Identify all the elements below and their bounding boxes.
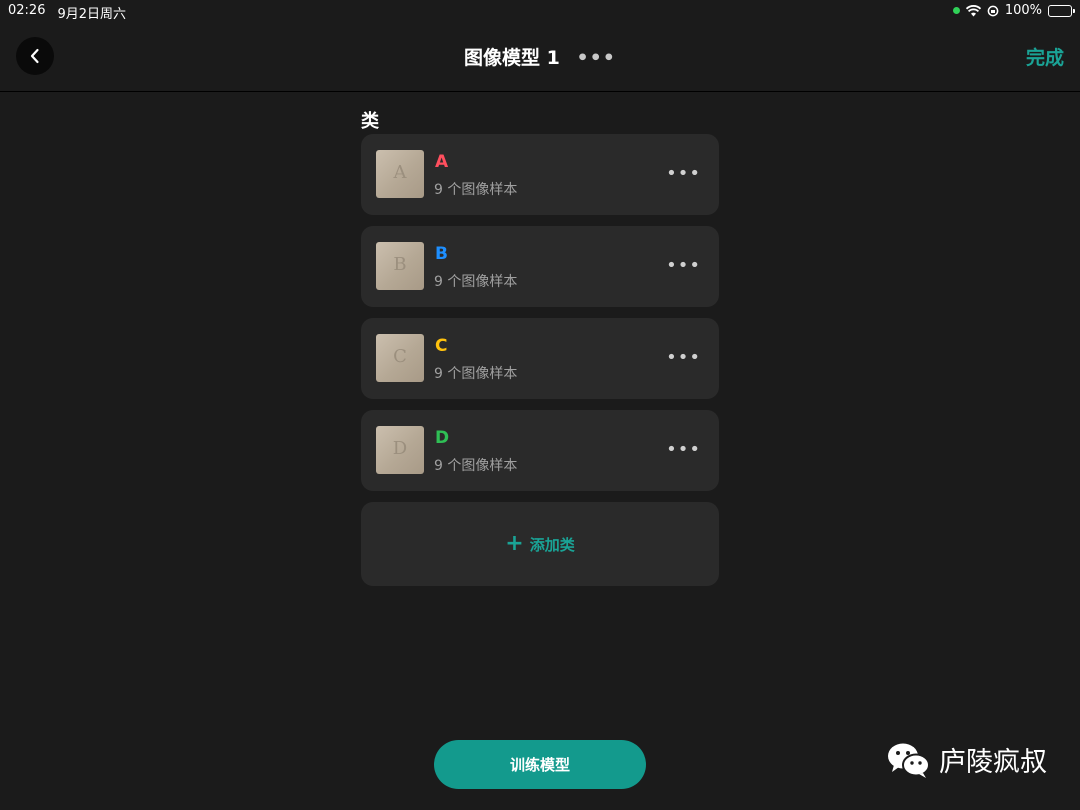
nav-title-area: 图像模型 1 ••• bbox=[0, 43, 1080, 70]
ellipsis-icon[interactable]: ••• bbox=[666, 439, 701, 460]
wechat-icon bbox=[888, 743, 930, 778]
train-model-button[interactable]: 训练模型 bbox=[434, 740, 646, 789]
class-card-c[interactable]: C C 9 个图像样本 ••• bbox=[361, 318, 719, 399]
plus-icon: + bbox=[505, 531, 524, 556]
section-label: 类 bbox=[361, 111, 379, 132]
class-thumbnail: B bbox=[376, 242, 424, 290]
ellipsis-icon[interactable]: ••• bbox=[577, 47, 616, 69]
class-sample-count: 9 个图像样本 bbox=[434, 274, 518, 290]
status-right: 100% bbox=[952, 3, 1075, 18]
class-name: B bbox=[435, 244, 448, 264]
class-sample-count: 9 个图像样本 bbox=[434, 458, 518, 474]
class-card-b[interactable]: B B 9 个图像样本 ••• bbox=[361, 226, 719, 307]
done-button[interactable]: 完成 bbox=[1026, 43, 1064, 70]
status-bar: 02:26 9月2日周六 100% bbox=[0, 0, 1080, 22]
status-left: 02:26 9月2日周六 bbox=[8, 3, 126, 22]
status-date: 9月2日周六 bbox=[57, 7, 127, 22]
class-sample-count: 9 个图像样本 bbox=[434, 366, 518, 382]
class-card-a[interactable]: A A 9 个图像样本 ••• bbox=[361, 134, 719, 215]
wifi-icon bbox=[965, 4, 981, 16]
add-class-label: 添加类 bbox=[529, 535, 575, 554]
thumbnail-letter: B bbox=[393, 254, 407, 275]
rotation-lock-icon bbox=[987, 5, 999, 16]
screen: 02:26 9月2日周六 100% 图像模型 1 ••• 完成 类 A A 9 … bbox=[0, 0, 1080, 810]
battery-percent: 100% bbox=[1004, 3, 1042, 18]
page-title: 图像模型 1 bbox=[464, 47, 560, 69]
thumbnail-letter: D bbox=[392, 438, 408, 459]
class-thumbnail: C bbox=[376, 334, 424, 382]
nav-bar: 图像模型 1 ••• 完成 bbox=[0, 22, 1080, 92]
ellipsis-icon[interactable]: ••• bbox=[666, 347, 701, 368]
class-name: C bbox=[435, 336, 448, 356]
watermark-text: 庐陵疯叔 bbox=[939, 747, 1047, 778]
class-list: A A 9 个图像样本 ••• B B 9 个图像样本 ••• C C 9 个图… bbox=[361, 134, 719, 586]
ellipsis-icon[interactable]: ••• bbox=[666, 163, 701, 184]
thumbnail-letter: A bbox=[393, 162, 407, 183]
mic-indicator-icon bbox=[952, 7, 960, 14]
class-thumbnail: D bbox=[376, 426, 424, 474]
class-name: A bbox=[435, 152, 449, 172]
watermark: 庐陵疯叔 bbox=[887, 740, 1047, 779]
battery-icon bbox=[1048, 4, 1075, 17]
add-class-button[interactable]: + 添加类 bbox=[361, 502, 719, 586]
class-card-d[interactable]: D D 9 个图像样本 ••• bbox=[361, 410, 719, 491]
class-sample-count: 9 个图像样本 bbox=[434, 182, 518, 198]
class-thumbnail: A bbox=[376, 150, 424, 198]
ellipsis-icon[interactable]: ••• bbox=[666, 255, 701, 276]
thumbnail-letter: C bbox=[393, 346, 407, 367]
class-name: D bbox=[435, 428, 450, 448]
status-time: 02:26 bbox=[8, 3, 46, 18]
